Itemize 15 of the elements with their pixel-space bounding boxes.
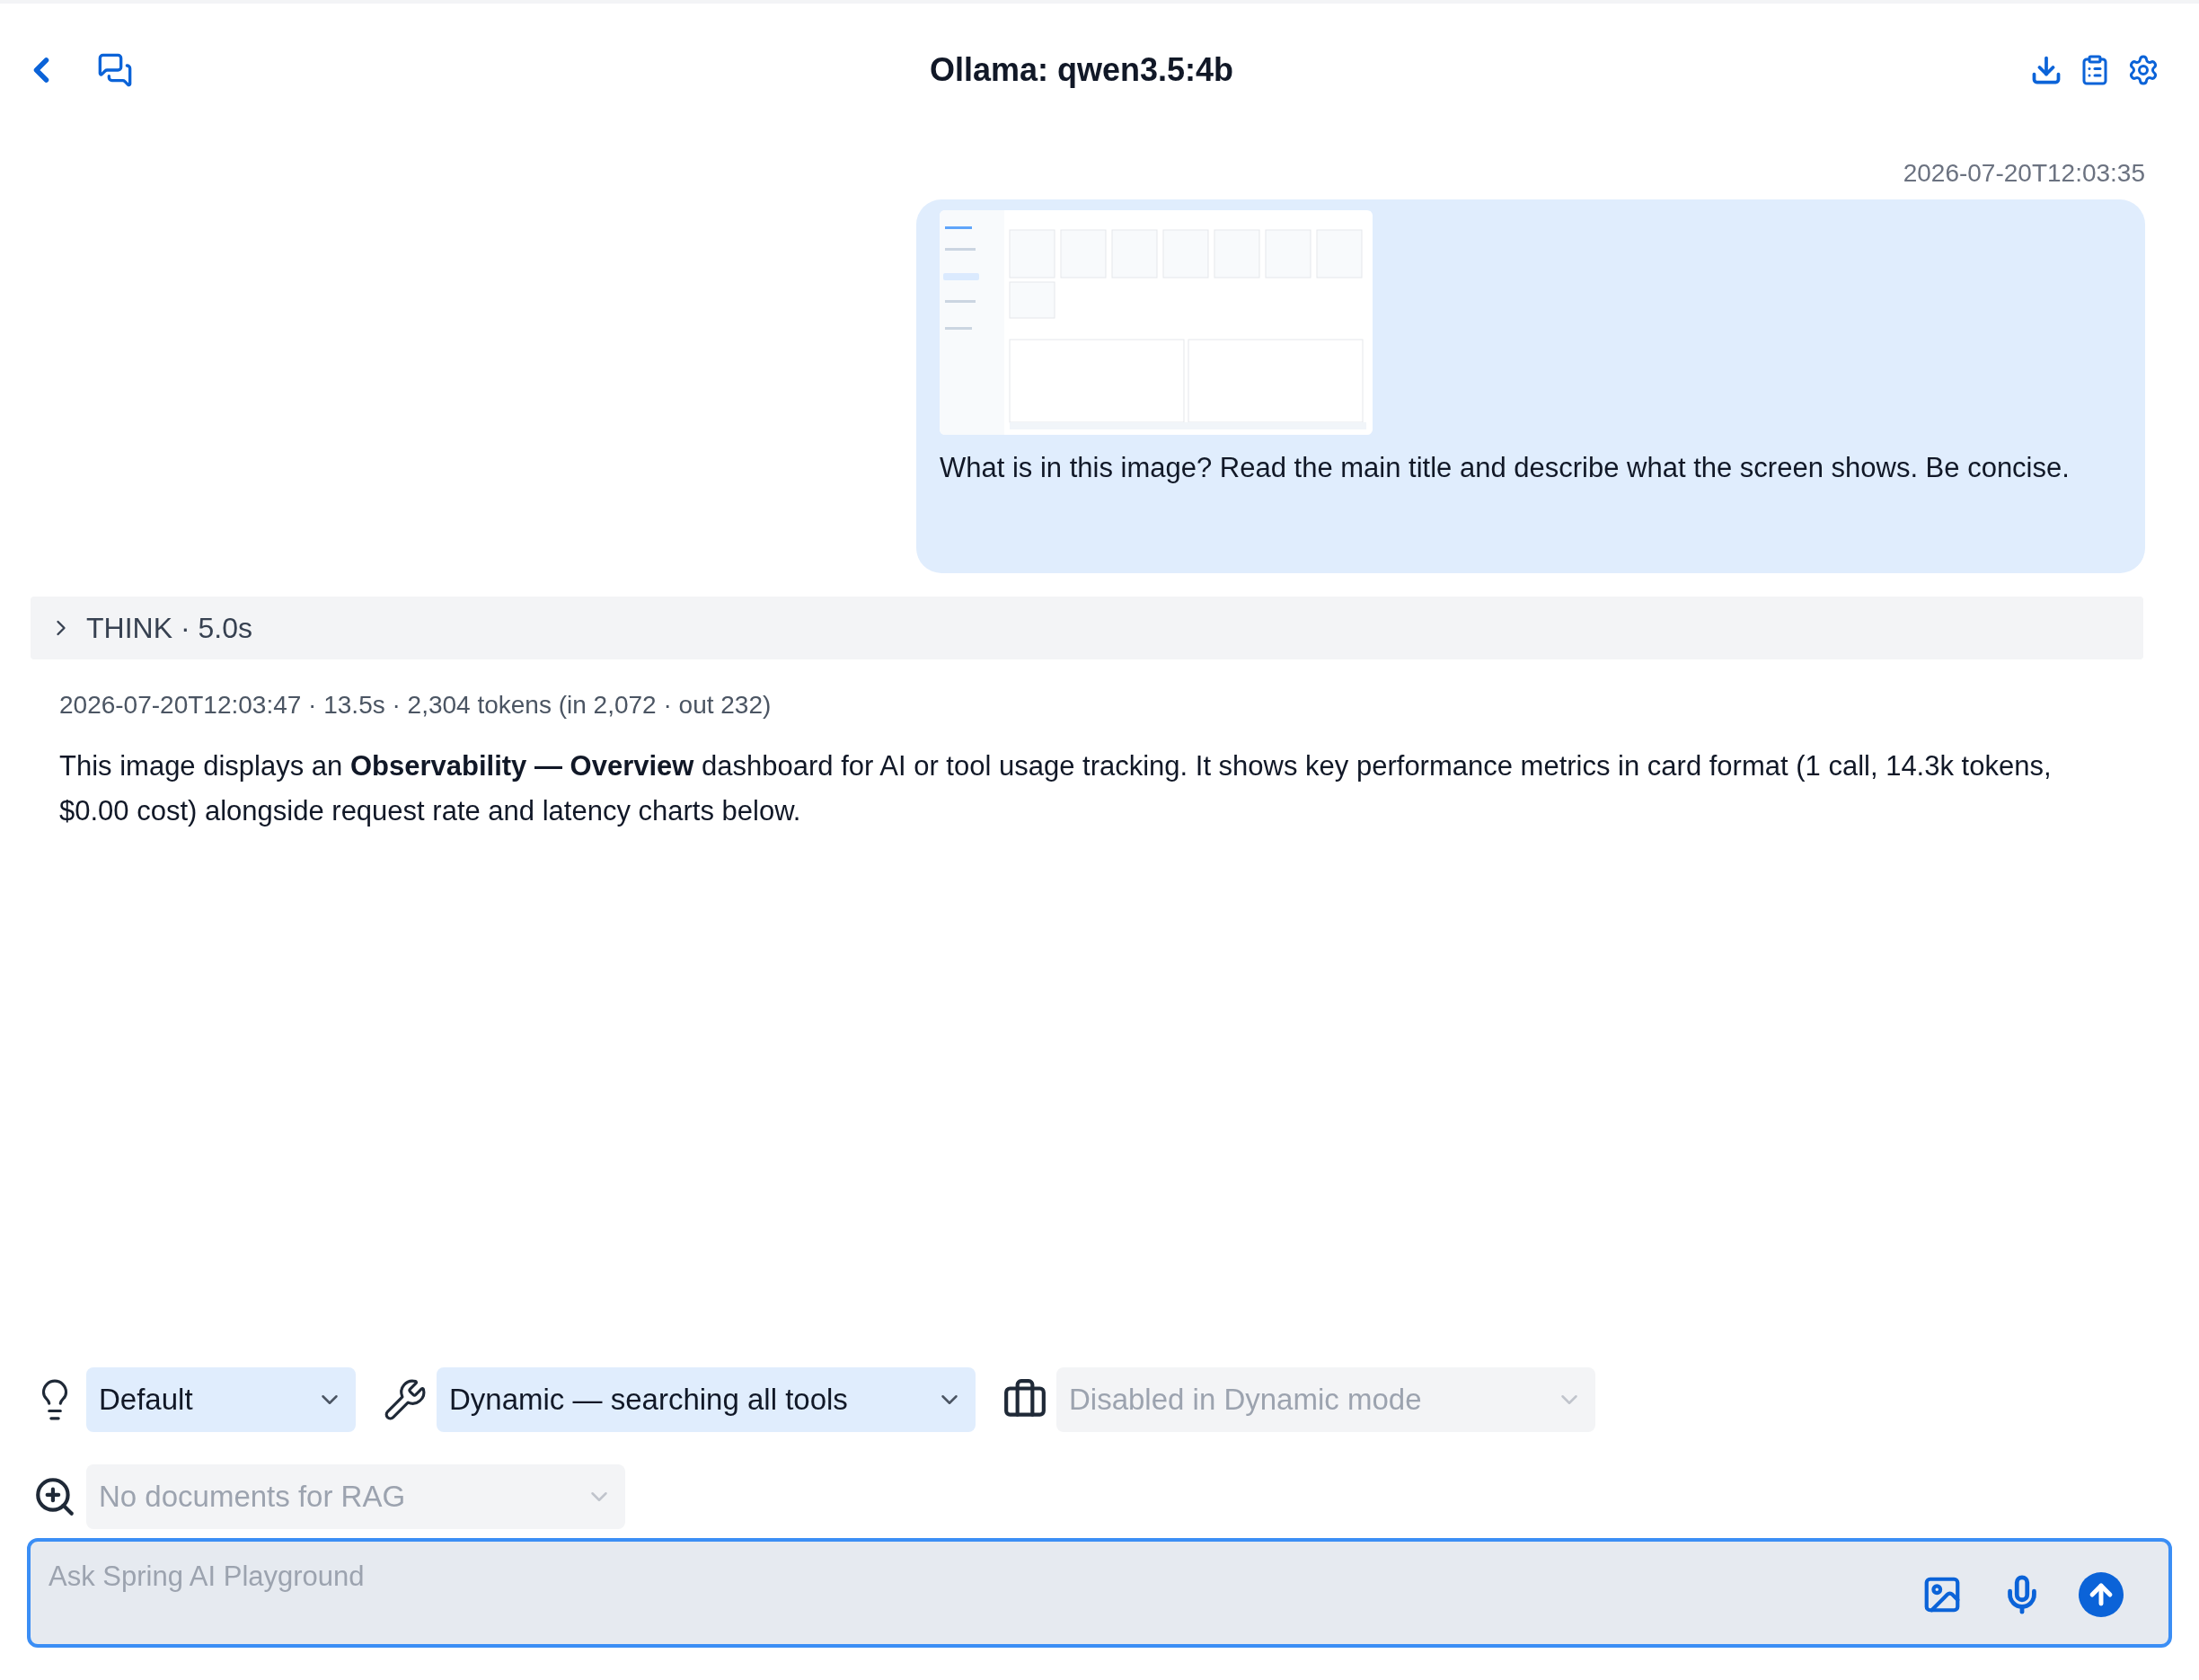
download-icon[interactable]: [2030, 54, 2062, 86]
window-title: Ollama: qwen3.5:4b: [928, 50, 1235, 90]
think-toggle[interactable]: THINK · 5.0s: [31, 597, 2143, 659]
dropdown-select[interactable]: Default: [86, 1367, 356, 1432]
dropdown-select[interactable]: Dynamic — searching all tools: [437, 1367, 976, 1432]
input-text[interactable]: Ask Spring AI Playground: [49, 1556, 1919, 1598]
message-text: What is in this image? Read the main title and describe what the screen shows. Be concise.: [940, 451, 2071, 485]
chat-bubbles-icon[interactable]: [97, 52, 133, 88]
message-meta: 2026-07-20T12:03:47 · 13.5s · 2,304 tokens (in 2,072 · out 232): [59, 690, 773, 721]
message-timestamp: 2026-07-20T12:03:35: [1903, 158, 2145, 189]
settings-icon[interactable]: [2127, 54, 2159, 86]
send-button[interactable]: [2079, 1572, 2124, 1617]
tools-icon: [383, 1377, 428, 1422]
message-input[interactable]: Ask Spring AI Playground: [27, 1538, 2172, 1648]
message-text: This image displays an Observability — Overview dashboard for AI or tool usage tracking. It shows key performance metrics in card format (1 call, 14.3k tokens, $0.00 cost) alongside request rate and latency charts below.: [59, 749, 2053, 828]
